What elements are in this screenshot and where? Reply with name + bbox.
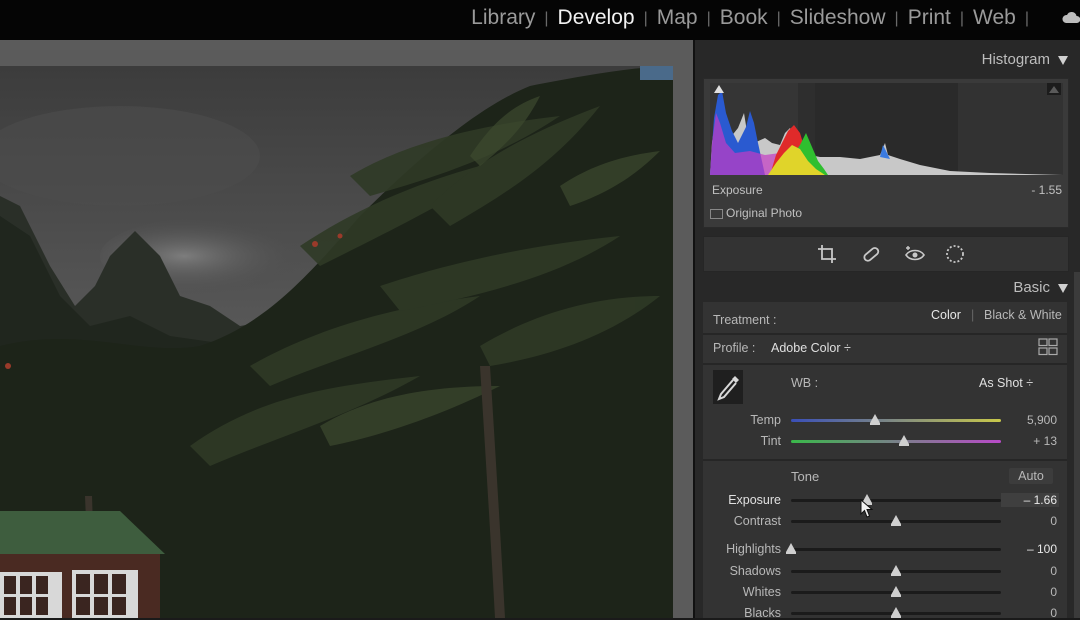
profile-select[interactable]: Adobe Color ÷: [771, 341, 851, 355]
whites-value[interactable]: 0: [1001, 585, 1057, 599]
develop-right-panel: Histogram Exposure - 1.55 Original Photo…: [693, 40, 1080, 620]
collapse-triangle-icon: [1058, 283, 1068, 293]
histogram-graph[interactable]: [710, 83, 1063, 175]
shadows-slider-thumb[interactable]: [891, 565, 901, 576]
treatment-label: Treatment :: [713, 313, 777, 327]
highlights-slider-track[interactable]: [791, 548, 1001, 551]
shadows-value[interactable]: 0: [1001, 564, 1057, 578]
cloud-icon[interactable]: [1062, 10, 1080, 24]
row-divider: [703, 333, 1067, 335]
crop-icon[interactable]: [816, 243, 838, 265]
profile-browser-icon[interactable]: [1038, 338, 1058, 356]
tint-slider-track[interactable]: [791, 440, 1001, 443]
exposure-value[interactable]: – 1.66: [1001, 493, 1059, 507]
checkbox-icon: [710, 208, 723, 219]
photo-preview[interactable]: [0, 66, 673, 618]
original-photo-toggle[interactable]: Original Photo: [710, 206, 802, 220]
highlights-label: Highlights: [726, 542, 781, 556]
module-separator: |: [1024, 10, 1029, 27]
module-map[interactable]: Map: [657, 6, 698, 30]
tint-slider-thumb[interactable]: [899, 435, 910, 446]
module-picker-bar: Library | Develop | Map | Book | Slidesh…: [0, 0, 1080, 40]
original-photo-label: Original Photo: [726, 206, 803, 220]
shadows-label: Shadows: [729, 564, 781, 578]
module-separator: |: [544, 10, 549, 27]
highlights-slider-thumb[interactable]: [786, 543, 796, 554]
panel-scrollbar[interactable]: [1074, 272, 1080, 618]
module-separator: |: [959, 10, 965, 27]
histogram-title: Histogram: [981, 51, 1050, 68]
treatment-separator: |: [971, 308, 975, 322]
basic-title: Basic: [1013, 279, 1050, 296]
tone-label: Tone: [791, 469, 820, 484]
module-develop[interactable]: Develop: [558, 6, 635, 30]
histogram-panel: Exposure - 1.55 Original Photo: [703, 78, 1069, 228]
module-list: Library | Develop | Map | Book | Slidesh…: [471, 6, 1038, 30]
row-divider: [703, 459, 1067, 461]
wb-select[interactable]: As Shot ÷: [979, 376, 1033, 390]
module-separator: |: [894, 10, 899, 27]
exposure-label: Exposure: [728, 493, 781, 507]
basic-header[interactable]: Basic: [1013, 279, 1068, 296]
module-separator: |: [706, 10, 711, 27]
module-print[interactable]: Print: [908, 6, 951, 30]
contrast-value[interactable]: 0: [1001, 514, 1057, 528]
basic-panel: Treatment : Color | Black & White Profil…: [703, 302, 1067, 620]
eyedropper-icon[interactable]: [713, 370, 743, 404]
collapse-triangle-icon: [1058, 55, 1068, 65]
wb-label: WB :: [791, 376, 819, 390]
histogram-readout-value: - 1.55: [1031, 183, 1062, 197]
temp-value[interactable]: 5,900: [1001, 413, 1057, 427]
module-slideshow[interactable]: Slideshow: [790, 6, 886, 30]
whites-label: Whites: [742, 585, 781, 599]
profile-label: Profile :: [713, 341, 756, 355]
mouse-cursor-icon: [860, 499, 874, 518]
module-book[interactable]: Book: [720, 6, 768, 30]
row-divider: [703, 363, 1067, 365]
tint-label: Tint: [760, 434, 781, 448]
auto-tone-button[interactable]: Auto: [1009, 468, 1053, 484]
red-eye-icon[interactable]: [904, 243, 926, 265]
exposure-slider-track[interactable]: [791, 499, 1001, 502]
highlights-value[interactable]: – 100: [1001, 542, 1057, 556]
treatment-color-button[interactable]: Color: [931, 308, 961, 322]
histogram-readout-label: Exposure: [712, 183, 763, 197]
contrast-slider-thumb[interactable]: [891, 515, 901, 526]
module-separator: |: [776, 10, 781, 27]
photo-canvas-area: [0, 40, 693, 618]
whites-slider-thumb[interactable]: [891, 586, 901, 597]
healing-icon[interactable]: [860, 243, 882, 265]
module-library[interactable]: Library: [471, 6, 535, 30]
temp-slider-track[interactable]: [791, 419, 1001, 422]
masking-icon[interactable]: [944, 243, 966, 265]
blacks-slider-thumb[interactable]: [891, 607, 901, 618]
module-separator: |: [643, 10, 648, 27]
temp-slider-thumb[interactable]: [870, 414, 880, 425]
module-web[interactable]: Web: [973, 6, 1016, 30]
treatment-bw-button[interactable]: Black & White: [984, 308, 1062, 322]
histogram-header[interactable]: Histogram: [982, 51, 1068, 68]
tool-strip: [703, 236, 1069, 272]
tint-value[interactable]: + 13: [1001, 434, 1057, 448]
temp-label: Temp: [750, 413, 781, 427]
contrast-label: Contrast: [733, 514, 781, 528]
